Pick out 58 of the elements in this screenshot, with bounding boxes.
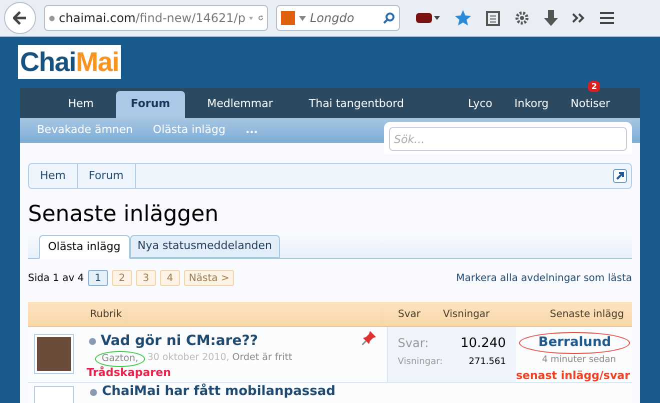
search-field[interactable]: Sök... <box>389 127 627 151</box>
nav-link[interactable]: Inkorg <box>504 91 559 118</box>
url-text: chaimai.com/find-new/14621/p <box>58 10 246 28</box>
clipboard-icon[interactable] <box>486 10 500 26</box>
replies-count: 10.240 <box>460 335 506 353</box>
thread-title-link[interactable]: ChaiMai har fått mobilanpassad <box>102 384 336 400</box>
download-arrow-icon[interactable] <box>544 10 558 26</box>
notification-badge: 2 <box>588 81 600 92</box>
page-count-text: Sida 1 av 4 <box>28 272 84 286</box>
last-post-time: 4 minuter sedan <box>542 354 616 367</box>
last-poster-link[interactable]: Berralund <box>519 332 630 354</box>
thread-row[interactable]: Vad gör ni CM:are?? Gazton, 30 oktober 2010, Ordet är fritt Trådskaparen Svar: 10.240 Visningar: 271.561 Berralund 4 minuter sedan senast inlägg/svar <box>28 327 632 383</box>
unread-dot-icon <box>90 388 97 396</box>
page-button[interactable]: 3 <box>136 270 156 286</box>
replies-label: Svar: <box>398 335 429 352</box>
annotation-label: senast inlägg/svar <box>516 368 630 384</box>
address-field[interactable]: chaimai.com/find-new/14621/p <box>44 5 268 32</box>
dropdown-icon <box>299 16 306 21</box>
page-button[interactable]: 1 <box>88 270 108 286</box>
back-button[interactable] <box>4 2 36 34</box>
nav-tab[interactable]: Thai tangentbord <box>290 91 422 118</box>
content-tab[interactable]: Nya statusmeddelanden <box>130 235 280 258</box>
bookmark-star-icon[interactable] <box>454 9 472 28</box>
nav-link[interactable]: Notiser <box>560 91 620 118</box>
breadcrumb-link[interactable]: Forum <box>78 164 136 188</box>
column-header[interactable]: Rubrik <box>28 306 398 322</box>
breadcrumb-link[interactable]: Hem <box>29 164 78 188</box>
search-icon <box>383 12 395 24</box>
site-logo[interactable]: ChaiMai <box>18 45 121 80</box>
annotation-label: Trådskaparen <box>86 365 171 381</box>
search-engine-field[interactable]: Longdo <box>276 5 400 32</box>
unread-dot-icon <box>88 338 96 344</box>
page-button[interactable]: 4 <box>160 270 180 286</box>
column-header[interactable]: Senaste inlägg <box>523 306 632 322</box>
next-page-button[interactable]: Nästa > <box>184 270 234 286</box>
views-count: 271.561 <box>468 356 506 368</box>
thread-date: 30 oktober 2010, <box>147 351 230 365</box>
settings-icon[interactable] <box>514 10 530 26</box>
nav-tab[interactable]: Medlemmar <box>189 91 291 118</box>
dropdown-icon <box>249 14 254 22</box>
nav-tab[interactable]: Hem <box>50 91 112 118</box>
column-header[interactable]: Visningar <box>443 306 523 322</box>
page-title: Senaste inläggen <box>28 201 220 229</box>
nav-tab[interactable]: Forum <box>116 91 186 118</box>
mark-all-read-link[interactable]: Markera alla avdelningar som lästa <box>456 270 632 286</box>
search-placeholder: Longdo <box>310 10 356 28</box>
back-arrow-icon <box>13 11 27 26</box>
overflow-chevrons-icon[interactable] <box>572 13 586 24</box>
avatar-placeholder <box>34 386 74 403</box>
column-header[interactable]: Svar <box>398 306 443 322</box>
page-button[interactable]: 2 <box>112 270 132 286</box>
thread-title-link[interactable]: Vad gör ni CM:are?? <box>100 332 258 350</box>
external-link-icon[interactable] <box>613 169 627 183</box>
nav-link[interactable]: Lyco <box>458 91 502 118</box>
avatar-placeholder <box>34 334 74 374</box>
content-tab[interactable]: Olästa inlägg <box>39 235 130 259</box>
menu-icon[interactable] <box>600 12 614 24</box>
views-label: Visningar: <box>398 356 443 368</box>
